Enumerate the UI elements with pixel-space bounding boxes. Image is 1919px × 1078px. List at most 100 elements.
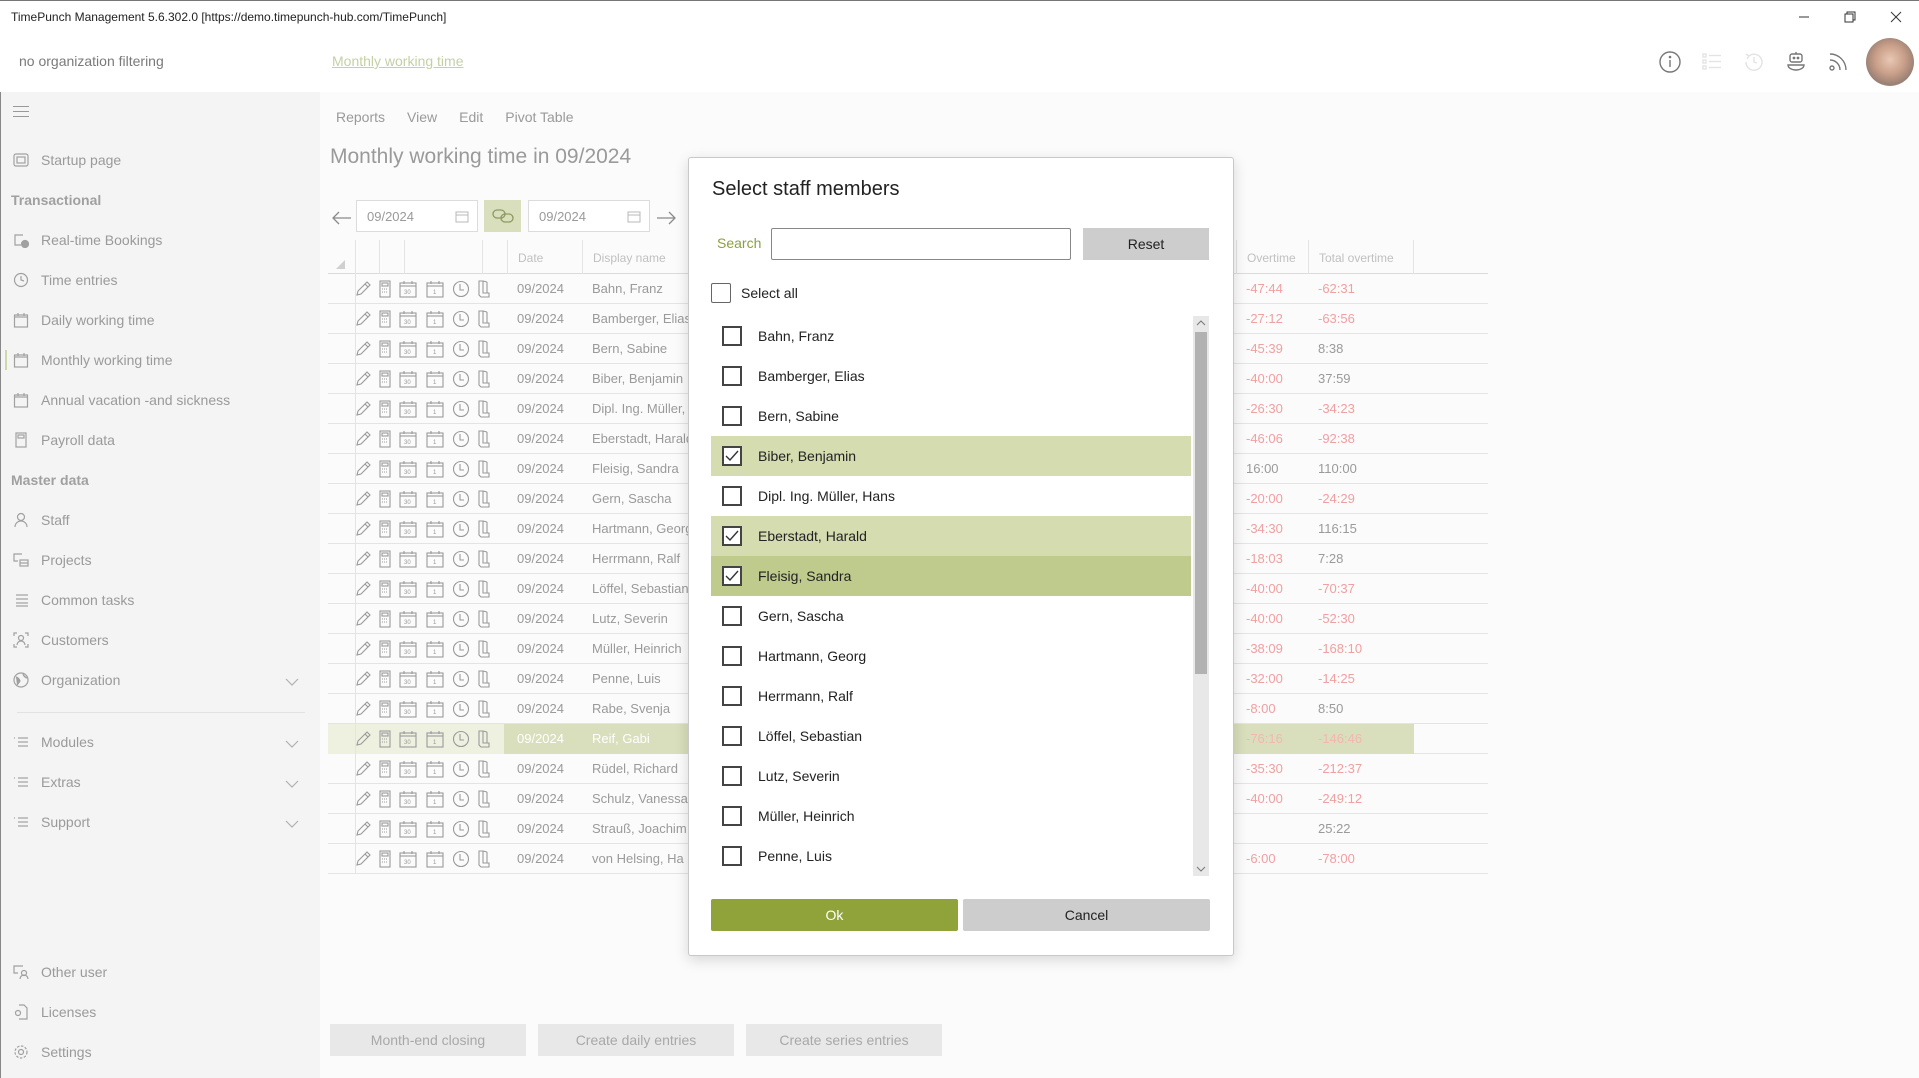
breadcrumb-link[interactable]: Monthly working time: [332, 53, 464, 69]
date-from-picker[interactable]: 09/2024: [356, 200, 478, 232]
calculator-icon[interactable]: [379, 580, 391, 598]
pencil-icon[interactable]: [354, 340, 372, 358]
column-header-display-name[interactable]: Display name: [582, 240, 702, 274]
staff-list-item[interactable]: Lutz, Severin: [711, 756, 1191, 796]
calculator-icon[interactable]: [379, 700, 391, 718]
calendar-day-icon[interactable]: 1: [425, 550, 445, 568]
pencil-icon[interactable]: [354, 670, 372, 688]
hamburger-menu-icon[interactable]: [13, 106, 29, 118]
scrollbar-thumb[interactable]: [1195, 332, 1207, 674]
clock-icon[interactable]: [452, 490, 470, 508]
next-month-button[interactable]: [654, 206, 678, 230]
pencil-icon[interactable]: [354, 790, 372, 808]
menu-edit[interactable]: Edit: [459, 109, 483, 125]
document-icon[interactable]: [477, 370, 491, 388]
pencil-icon[interactable]: [354, 400, 372, 418]
clock-icon[interactable]: [452, 610, 470, 628]
checkbox[interactable]: [722, 566, 742, 586]
pencil-icon[interactable]: [354, 700, 372, 718]
calendar-month-icon[interactable]: 30: [398, 400, 418, 418]
calendar-day-icon[interactable]: 1: [425, 340, 445, 358]
document-icon[interactable]: [477, 760, 491, 778]
pencil-icon[interactable]: [354, 280, 372, 298]
clock-icon[interactable]: [452, 820, 470, 838]
checkbox[interactable]: [722, 526, 742, 546]
calendar-day-icon[interactable]: 1: [425, 520, 445, 538]
document-icon[interactable]: [477, 610, 491, 628]
clock-icon[interactable]: [452, 280, 470, 298]
calendar-month-icon[interactable]: 30: [398, 520, 418, 538]
staff-list-item[interactable]: Bamberger, Elias: [711, 356, 1191, 396]
checkbox[interactable]: [722, 846, 742, 866]
menu-reports[interactable]: Reports: [336, 109, 385, 125]
staff-list-item[interactable]: Biber, Benjamin: [711, 436, 1191, 476]
document-icon[interactable]: [477, 310, 491, 328]
sidebar-group-extras[interactable]: Extras: [1, 764, 321, 800]
clock-icon[interactable]: [452, 340, 470, 358]
staff-list-item[interactable]: Hartmann, Georg: [711, 636, 1191, 676]
clock-icon[interactable]: [452, 850, 470, 868]
column-header-total-overtime[interactable]: Total overtime: [1308, 240, 1414, 274]
checklist-button[interactable]: [1698, 48, 1726, 76]
calendar-month-icon[interactable]: 30: [398, 460, 418, 478]
select-all-corner[interactable]: [336, 260, 345, 269]
document-icon[interactable]: [477, 460, 491, 478]
calculator-icon[interactable]: [379, 520, 391, 538]
clock-icon[interactable]: [452, 790, 470, 808]
calendar-month-icon[interactable]: 30: [398, 340, 418, 358]
checkbox[interactable]: [722, 446, 742, 466]
document-icon[interactable]: [477, 790, 491, 808]
clock-icon[interactable]: [452, 550, 470, 568]
document-icon[interactable]: [477, 730, 491, 748]
checkbox[interactable]: [722, 486, 742, 506]
calculator-icon[interactable]: [379, 460, 391, 478]
calendar-day-icon[interactable]: 1: [425, 790, 445, 808]
calendar-day-icon[interactable]: 1: [425, 580, 445, 598]
calculator-icon[interactable]: [379, 310, 391, 328]
checkbox[interactable]: [722, 646, 742, 666]
calendar-month-icon[interactable]: 30: [398, 310, 418, 328]
cancel-button[interactable]: Cancel: [963, 899, 1210, 931]
calendar-month-icon[interactable]: 30: [398, 760, 418, 778]
document-icon[interactable]: [477, 340, 491, 358]
checkbox[interactable]: [722, 366, 742, 386]
pencil-icon[interactable]: [354, 490, 372, 508]
sidebar-item-settings[interactable]: Settings: [1, 1034, 321, 1070]
sidebar-item-organization[interactable]: Organization: [1, 662, 321, 698]
pencil-icon[interactable]: [354, 370, 372, 388]
calendar-day-icon[interactable]: 1: [425, 460, 445, 478]
sidebar-item-monthly-working-time[interactable]: Monthly working time: [1, 342, 321, 378]
staff-list-item[interactable]: Dipl. Ing. Müller, Hans: [711, 476, 1191, 516]
calculator-icon[interactable]: [379, 280, 391, 298]
calendar-month-icon[interactable]: 30: [398, 430, 418, 448]
sidebar-item-payroll-data[interactable]: Payroll data: [1, 422, 321, 458]
calculator-icon[interactable]: [379, 610, 391, 628]
pencil-icon[interactable]: [354, 820, 372, 838]
menu-pivot-table[interactable]: Pivot Table: [505, 109, 573, 125]
clock-icon[interactable]: [452, 760, 470, 778]
clock-icon[interactable]: [452, 400, 470, 418]
scroll-down-button[interactable]: [1193, 862, 1209, 876]
calendar-month-icon[interactable]: 30: [398, 850, 418, 868]
checkbox[interactable]: [722, 606, 742, 626]
calculator-icon[interactable]: [379, 430, 391, 448]
staff-list-item[interactable]: Bern, Sabine: [711, 396, 1191, 436]
calendar-day-icon[interactable]: 1: [425, 640, 445, 658]
calculator-icon[interactable]: [379, 820, 391, 838]
document-icon[interactable]: [477, 670, 491, 688]
calculator-icon[interactable]: [379, 790, 391, 808]
calendar-icon[interactable]: [455, 210, 469, 226]
calendar-day-icon[interactable]: 1: [425, 370, 445, 388]
create-daily-entries-button[interactable]: Create daily entries: [538, 1024, 734, 1056]
document-icon[interactable]: [477, 430, 491, 448]
pencil-icon[interactable]: [354, 580, 372, 598]
checkbox[interactable]: [722, 326, 742, 346]
document-icon[interactable]: [477, 400, 491, 418]
select-all-checkbox[interactable]: Select all: [711, 283, 798, 303]
pencil-icon[interactable]: [354, 610, 372, 628]
pencil-icon[interactable]: [354, 640, 372, 658]
document-icon[interactable]: [477, 820, 491, 838]
sidebar-item-common-tasks[interactable]: Common tasks: [1, 582, 321, 618]
sidebar-item-customers[interactable]: Customers: [1, 622, 321, 658]
calendar-month-icon[interactable]: 30: [398, 700, 418, 718]
